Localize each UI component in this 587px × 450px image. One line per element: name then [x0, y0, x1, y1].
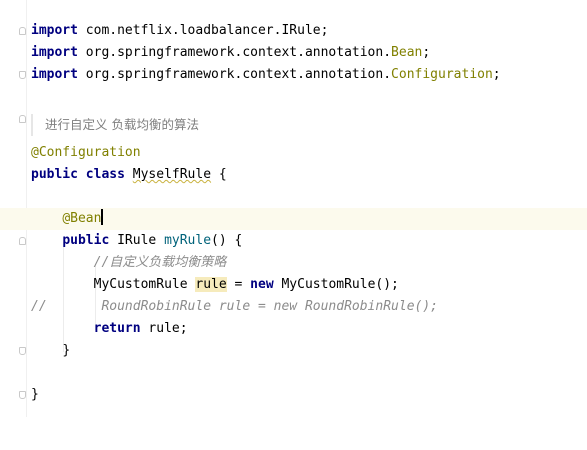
code-line-import-configuration[interactable]: import org.springframework.context.annot…	[0, 64, 587, 86]
annotation: @Configuration	[31, 145, 141, 160]
comment-prefix: //	[31, 299, 47, 314]
variable-rule: rule	[195, 277, 227, 292]
brace: {	[218, 167, 227, 182]
code-line-comment[interactable]: //自定义负载均衡策略	[0, 252, 587, 274]
keyword: return	[93, 321, 141, 336]
brace: }	[31, 387, 39, 402]
keyword: public	[62, 233, 110, 248]
rendered-doc-comment[interactable]: 进行自定义 负载均衡的算法	[31, 114, 199, 136]
type-name: MyCustomRule	[93, 277, 188, 292]
brace: }	[62, 343, 71, 358]
text-caret	[101, 209, 104, 225]
keyword: public	[31, 167, 78, 182]
code-line-bean-annotation[interactable]: @Bean	[0, 208, 587, 230]
class-name: MyselfRule	[132, 167, 212, 182]
constructor-call: MyCustomRule();	[281, 277, 399, 292]
code-line-class-annotation[interactable]: @Configuration	[0, 142, 587, 164]
code-line-close-class[interactable]: }	[0, 384, 587, 406]
code-line-class-declaration[interactable]: public class MyselfRule {	[0, 164, 587, 186]
return-value: rule;	[148, 321, 188, 336]
import-class: Bean	[391, 45, 423, 60]
method-params: () {	[211, 233, 243, 248]
code-line-rule-assignment[interactable]: MyCustomRule rule = new MyCustomRule();	[0, 274, 587, 296]
annotation: @Bean	[62, 211, 102, 226]
keyword: import	[31, 23, 78, 38]
code-line-import-irule[interactable]: import com.netflix.loadbalancer.IRule;	[0, 20, 587, 42]
keyword: import	[31, 45, 78, 60]
code-line-close-method[interactable]: }	[0, 340, 587, 362]
import-class: Configuration	[391, 67, 493, 82]
import-path: org.springframework.context.annotation.	[85, 67, 392, 82]
fold-comment-icon[interactable]	[19, 115, 26, 123]
keyword: new	[250, 277, 274, 292]
keyword: import	[31, 67, 78, 82]
code-line-method-declaration[interactable]: public IRule myRule() {	[0, 230, 587, 252]
code-editor[interactable]: import com.netflix.loadbalancer.IRule; i…	[0, 0, 587, 417]
code-line-commented-out[interactable]: // RoundRobinRule rule = new RoundRobinR…	[0, 296, 587, 318]
code-line-import-bean[interactable]: import org.springframework.context.annot…	[0, 42, 587, 64]
semicolon: ;	[422, 45, 431, 60]
return-type: IRule	[117, 233, 157, 248]
commented-code: RoundRobinRule rule = new RoundRobinRule…	[101, 299, 438, 314]
line-comment: //自定义负载均衡策略	[93, 255, 227, 270]
import-path: com.netflix.loadbalancer.IRule;	[85, 23, 329, 38]
semicolon: ;	[492, 67, 501, 82]
method-name: myRule	[164, 233, 212, 248]
import-path: org.springframework.context.annotation.	[85, 45, 392, 60]
keyword: class	[85, 167, 125, 182]
code-line-return[interactable]: return rule;	[0, 318, 587, 340]
operator: =	[234, 277, 243, 292]
